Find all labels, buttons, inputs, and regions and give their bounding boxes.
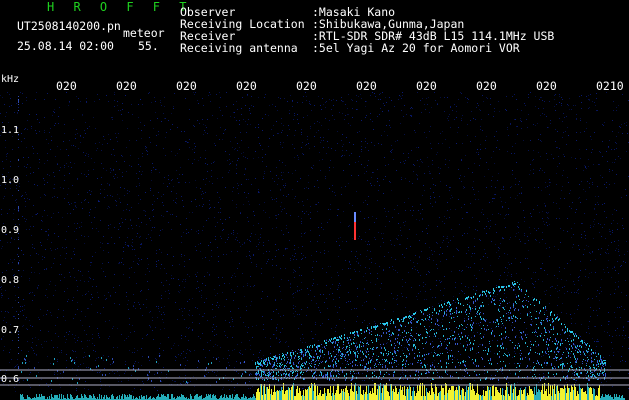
date-time: 25.08.14 02:00 xyxy=(17,39,114,53)
x-tick-7: 020 xyxy=(416,79,437,93)
x-tick-1: 020 xyxy=(56,79,77,93)
mode-label: meteor xyxy=(123,26,165,40)
doppler-signal-trace xyxy=(21,281,606,384)
x-tick-10: 0210 xyxy=(596,79,624,93)
x-tick-5: 020 xyxy=(296,79,317,93)
x-tick-8: 020 xyxy=(476,79,497,93)
hrofft-window: H R O F F T UT2508140200.pn meteor 25.08… xyxy=(0,0,629,400)
antenna-value: :5el Yagi Az 20 for Aomori VOR xyxy=(312,41,520,55)
y-tick-0-9: 0.9 xyxy=(1,225,20,236)
y-tick-0-8: 0.8 xyxy=(1,275,20,286)
x-tick-9: 020 xyxy=(536,79,557,93)
y-axis-unit: kHz xyxy=(1,74,20,85)
y-tick-1-0: 1.0 xyxy=(1,175,20,186)
bottom-signal-band xyxy=(20,383,625,400)
y-tick-1-1: 1.1 xyxy=(1,125,20,136)
file-name: UT2508140200.pn xyxy=(17,19,121,33)
x-tick-2: 020 xyxy=(116,79,137,93)
y-tick-0-7: 0.7 xyxy=(1,325,20,336)
meteor-count: 55. xyxy=(138,39,159,53)
x-tick-6: 020 xyxy=(356,79,377,93)
spectrogram-plot xyxy=(0,92,629,400)
x-tick-3: 020 xyxy=(176,79,197,93)
antenna-label: Receiving antenna xyxy=(180,41,298,55)
background-noise xyxy=(0,92,629,392)
x-tick-4: 020 xyxy=(236,79,257,93)
y-tick-0-6: 0.6 xyxy=(1,374,20,385)
app-name: H R O F F T xyxy=(47,0,193,14)
